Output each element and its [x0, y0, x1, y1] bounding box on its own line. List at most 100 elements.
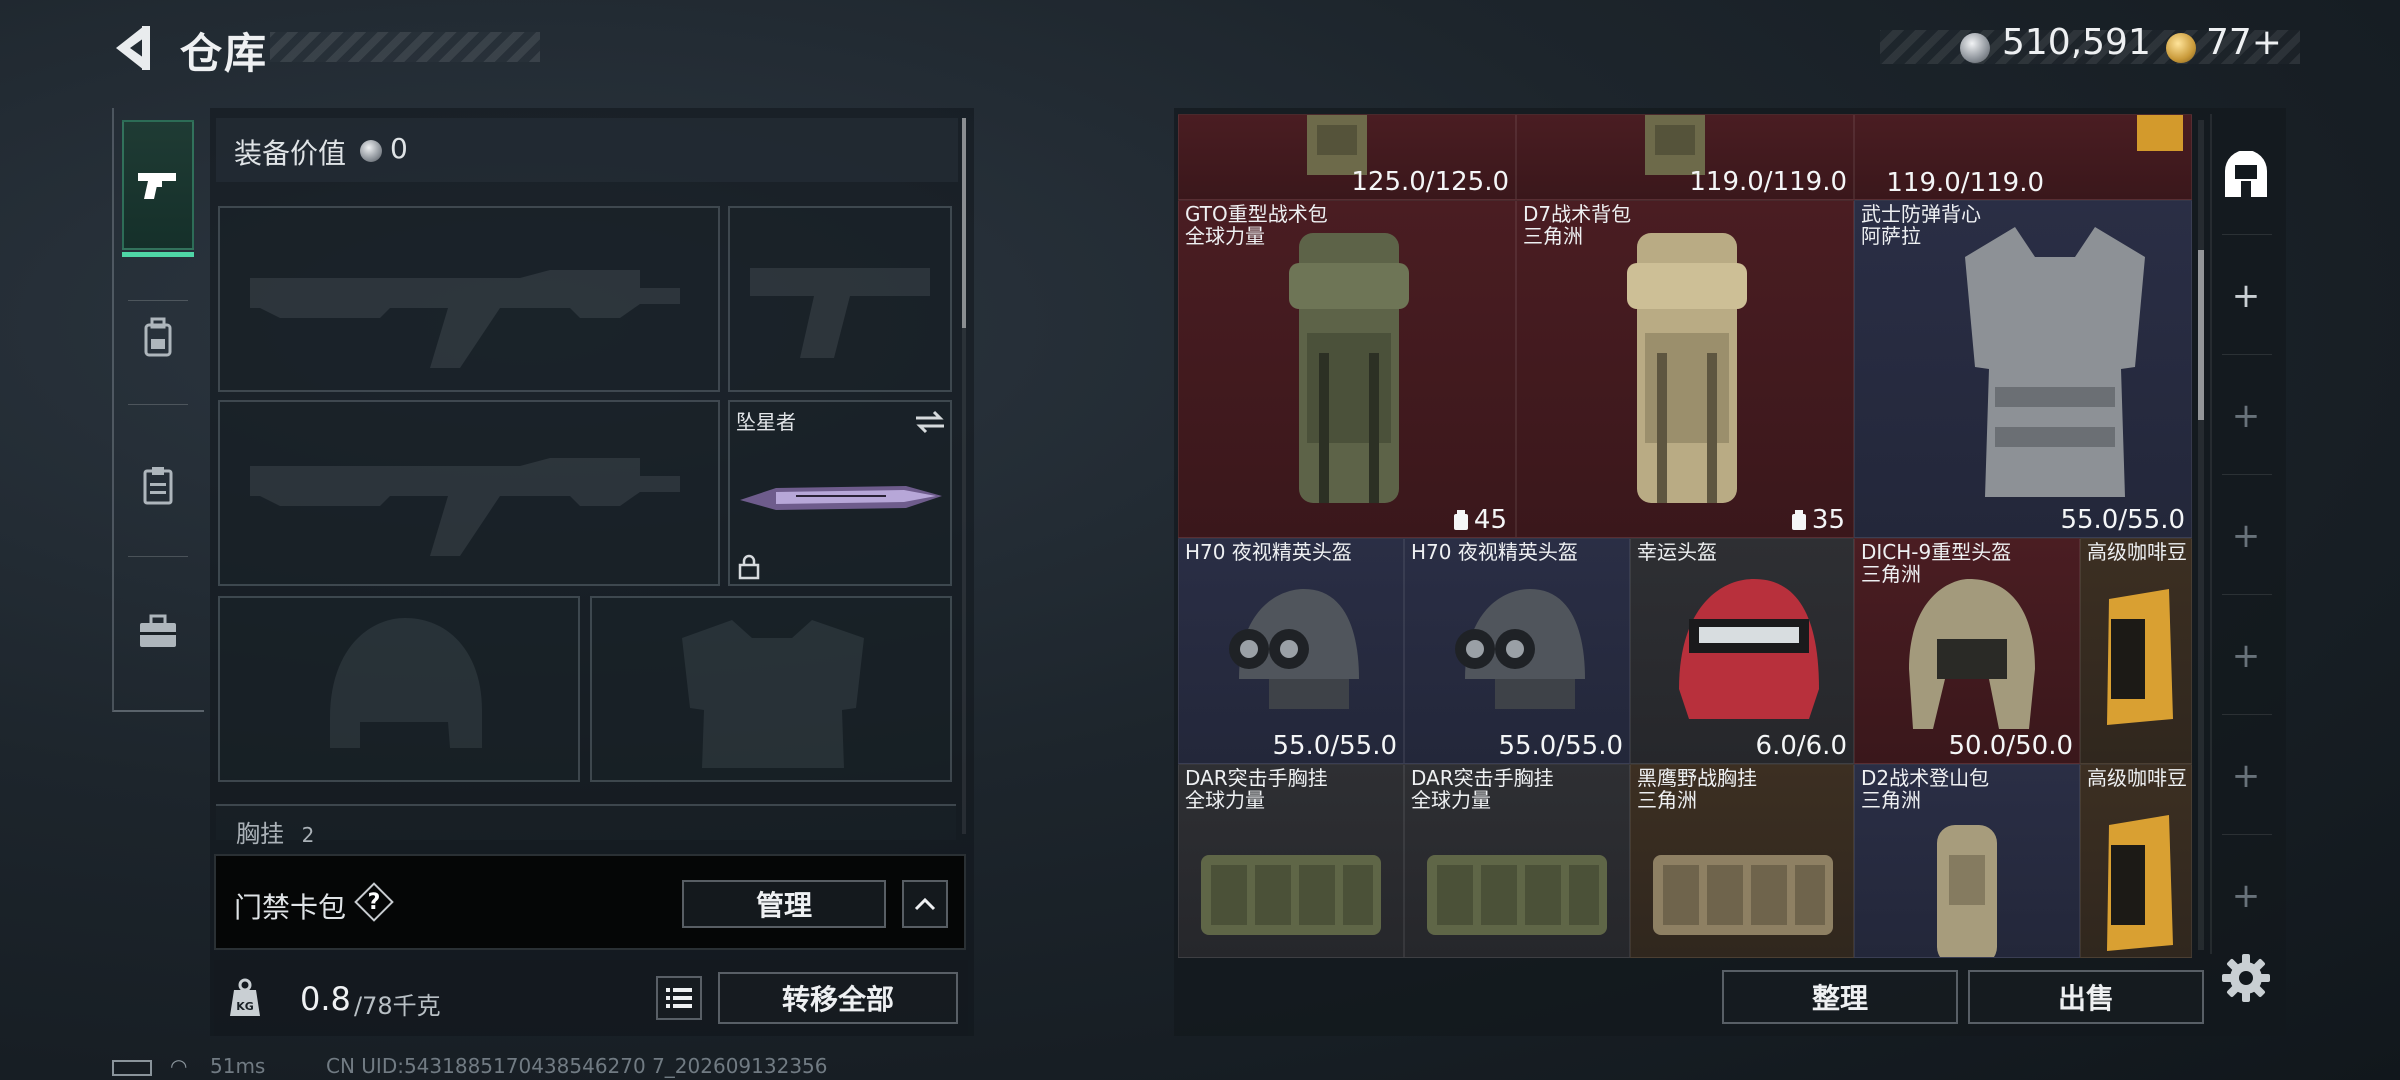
tactical-backpack-icon [1289, 233, 1409, 503]
keycard-label: 门禁卡包 [234, 891, 347, 924]
tab-divider [2222, 834, 2272, 835]
tab-backpack[interactable] [122, 272, 194, 402]
add-stash-tab-button[interactable]: + [2218, 388, 2274, 444]
item-faction: 三角洲 [1637, 788, 1697, 812]
sell-button[interactable]: 出售 [1968, 970, 2204, 1024]
coffee-bag-icon [2137, 115, 2183, 151]
stash-item[interactable]: H70 夜视精英头盔 55.0/55.0 [1178, 538, 1404, 764]
equipment-scroll-thumb[interactable] [962, 118, 966, 328]
heavy-helmet-icon [1909, 579, 2035, 729]
transfer-all-button[interactable]: 转移全部 [718, 972, 958, 1024]
item-durability: 125.0/125.0 [1351, 167, 1509, 197]
tab-divider [2222, 354, 2272, 355]
carry-weight: 0.8 [300, 980, 351, 1018]
add-stash-tab-button[interactable]: + [2218, 868, 2274, 924]
sort-button[interactable]: 整理 [1722, 970, 1958, 1024]
tab-divider [2222, 474, 2272, 475]
stash-item[interactable]: D7战术背包 三角洲 35 [1516, 200, 1854, 538]
lock-icon [738, 554, 760, 580]
plus-icon: + [2231, 876, 2261, 916]
add-stash-tab-button[interactable]: + [2218, 628, 2274, 684]
stash-scroll-thumb[interactable] [2198, 250, 2204, 420]
stash-item[interactable]: D2战术登山包 三角洲 [1854, 764, 2080, 958]
chest-rig-row[interactable] [216, 804, 956, 840]
item-name: H70 夜视精英头盔 [1185, 540, 1352, 564]
tab-divider [2222, 234, 2272, 235]
kg-weight-icon: KG [230, 978, 260, 1016]
item-durability: 55.0/55.0 [1498, 731, 1623, 761]
helmet-silhouette-icon [330, 618, 482, 748]
plus-icon: + [2231, 516, 2261, 556]
item-name: D2战术登山包 [1861, 766, 1990, 790]
carry-weight-max: /78千克 [354, 992, 441, 1020]
tab-safebox[interactable] [122, 566, 194, 696]
vest-silhouette-icon [682, 620, 864, 768]
primary-weapon-slot-2[interactable] [218, 400, 720, 586]
stash-item[interactable]: 125.0/125.0 [1178, 114, 1516, 200]
lucky-helmet-icon [1679, 579, 1819, 719]
item-durability: 119.0/119.0 [1886, 168, 2044, 198]
primary-weapon-slot-1[interactable] [218, 206, 720, 392]
item-faction: 三角洲 [1861, 788, 1921, 812]
bonds-amount[interactable]: 77+ [2206, 22, 2282, 63]
swap-icon[interactable] [914, 410, 946, 434]
stash-item[interactable]: 高级咖啡豆 [2080, 538, 2192, 764]
rifle-silhouette-icon [250, 458, 680, 556]
body-armor-slot[interactable] [590, 596, 952, 782]
stash-item[interactable]: 幸运头盔 6.0/6.0 [1630, 538, 1854, 764]
list-view-button[interactable] [656, 976, 702, 1020]
plus-icon: + [2231, 396, 2261, 436]
clipboard-icon [143, 467, 173, 505]
stash-home-tab[interactable] [2218, 148, 2274, 204]
stash-item[interactable]: GTO重型战术包 全球力量 45 [1178, 200, 1516, 538]
money-amount: 510,591 [2002, 22, 2151, 63]
stash-item[interactable]: 黑鹰野战胸挂 三角洲 [1630, 764, 1854, 958]
backpack-icon [144, 317, 172, 357]
list-icon [666, 988, 692, 1008]
item-name: DICH-9重型头盔 [1861, 540, 2012, 564]
coffee-bag-icon [2107, 589, 2173, 725]
item-faction: 三角洲 [1523, 224, 1583, 248]
add-stash-tab-button[interactable]: + [2218, 748, 2274, 804]
item-faction: 全球力量 [1411, 788, 1491, 812]
melee-slot[interactable]: 坠星者 [728, 400, 952, 586]
nvg-helmet-icon [1229, 589, 1359, 709]
help-button[interactable]: ? [356, 884, 392, 920]
coffee-bag-icon [2107, 815, 2173, 951]
item-name: DAR突击手胸挂 [1185, 766, 1328, 790]
stash-item[interactable]: DICH-9重型头盔 三角洲 50.0/50.0 [1854, 538, 2080, 764]
item-capacity: 35 [1790, 505, 1845, 535]
equipment-value-label: 装备价值 [234, 137, 347, 170]
tab-chest-rig[interactable] [122, 420, 194, 550]
manage-button[interactable]: 管理 [682, 880, 886, 928]
back-button[interactable] [108, 22, 156, 74]
stash-item[interactable]: 高级咖啡豆 [2080, 764, 2192, 958]
stash-scrollbar[interactable] [2198, 120, 2204, 950]
helmet-slot[interactable] [218, 596, 580, 782]
uid-readout: CN UID:5431885170438546270 7_20260913235… [326, 1054, 828, 1078]
stash-item[interactable]: 119.0/119.0 [1516, 114, 1854, 200]
collapse-button[interactable] [902, 880, 948, 928]
item-name: 幸运头盔 [1637, 540, 1717, 564]
stash-item[interactable]: DAR突击手胸挂 全球力量 [1178, 764, 1404, 958]
melee-blade-icon [740, 486, 942, 510]
add-stash-tab-button[interactable]: + [2218, 508, 2274, 564]
nvg-helmet-icon [1455, 589, 1585, 709]
item-name: D7战术背包 [1523, 202, 1632, 226]
item-durability: 55.0/55.0 [2060, 505, 2185, 535]
gear-icon[interactable] [2218, 950, 2274, 1006]
tab-weapons[interactable] [122, 120, 194, 250]
stash-item[interactable]: DAR突击手胸挂 全球力量 [1404, 764, 1630, 958]
wifi-icon: ◠ [170, 1054, 188, 1078]
item-faction: 全球力量 [1185, 788, 1265, 812]
stash-item[interactable]: H70 夜视精英头盔 55.0/55.0 [1404, 538, 1630, 764]
tactical-backpack-icon [1627, 233, 1747, 503]
cell-label-holder: 119.0/119.0 [1854, 114, 2074, 200]
stash-item[interactable]: 武士防弹背心 阿萨拉 55.0/55.0 [1854, 200, 2192, 538]
secondary-weapon-slot[interactable] [728, 206, 952, 392]
add-stash-tab-button[interactable]: + [2218, 268, 2274, 324]
gold-coin-icon [2166, 33, 2196, 63]
body-armor-icon [1965, 227, 2145, 497]
rifle-silhouette-icon [250, 270, 680, 368]
svg-text:KG: KG [236, 1000, 254, 1013]
